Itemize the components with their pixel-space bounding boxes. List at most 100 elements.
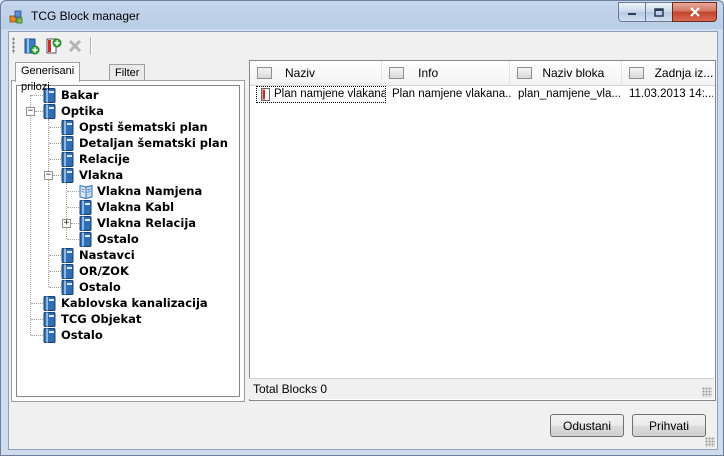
- column-label: Info: [418, 66, 439, 80]
- column-checkbox[interactable]: [389, 67, 405, 79]
- column-checkbox[interactable]: [628, 67, 644, 79]
- window-title: TCG Block manager: [31, 9, 140, 23]
- tab-filter[interactable]: Filter: [109, 64, 146, 81]
- tree-node-label: Vlakna Kabl: [97, 200, 175, 214]
- tab-panel: − − + Bakar Optika Opsti šematski plan D…: [11, 80, 245, 402]
- tree-node-label: Opsti šematski plan: [79, 120, 208, 134]
- tree-node-vlakna-ostalo[interactable]: Ostalo: [79, 231, 139, 247]
- column-checkbox[interactable]: [517, 67, 533, 79]
- delete-block-button[interactable]: [64, 35, 86, 57]
- tree-node-optika-ostalo[interactable]: Ostalo: [61, 279, 121, 295]
- tree-node-tcg-objekat[interactable]: TCG Objekat: [43, 311, 141, 327]
- book-icon: [61, 151, 74, 167]
- tree-node-opsti-sematski-plan[interactable]: Opsti šematski plan: [61, 119, 208, 135]
- column-header-zadnja-izmjena[interactable]: Zadnja iz...: [622, 61, 715, 85]
- book-icon: [79, 215, 92, 231]
- tree-node-vlakna[interactable]: Vlakna: [61, 167, 123, 183]
- book-icon: [61, 135, 74, 151]
- tree-node-label: Vlakna: [79, 168, 124, 182]
- tree-node-label: Nastavci: [79, 248, 135, 262]
- tree-node-bakar[interactable]: Bakar: [43, 87, 99, 103]
- toolbar-grip[interactable]: [12, 37, 15, 54]
- tree-line: [67, 239, 79, 240]
- tree-node-label: Detaljan šematski plan: [79, 136, 228, 150]
- tree-line: [49, 159, 61, 160]
- tree-node-label: Kablovska kanalizacija: [61, 296, 208, 310]
- tab-generisani-prilozi[interactable]: Generisani prilozi: [15, 62, 81, 93]
- tree-node-label: OR/ZOK: [79, 264, 129, 278]
- column-label: Naziv: [285, 66, 316, 80]
- tree-node-optika[interactable]: Optika: [43, 103, 104, 119]
- tree-line: [49, 255, 61, 256]
- maximize-button[interactable]: [645, 2, 673, 22]
- tree-node-kablovska-kanalizacija[interactable]: Kablovska kanalizacija: [43, 295, 208, 311]
- add-block-button[interactable]: [42, 35, 64, 57]
- blocks-grid[interactable]: Naziv Info Naziv bloka Zadnja iz... Plan…: [249, 60, 716, 401]
- tree-line: [35, 111, 43, 112]
- book-icon: [43, 103, 56, 119]
- tree-line: [31, 95, 43, 96]
- new-block-button[interactable]: [20, 35, 42, 57]
- window-size-grip[interactable]: [705, 437, 715, 447]
- accept-button[interactable]: Prihvati: [632, 414, 706, 437]
- tree-line: [71, 223, 79, 224]
- cancel-button[interactable]: Odustani: [550, 414, 624, 437]
- book-icon: [61, 167, 74, 183]
- table-row[interactable]: Plan namjene vlakana Plan namjene vlakan…: [250, 86, 713, 103]
- close-button[interactable]: [672, 2, 717, 22]
- status-size-grip[interactable]: [702, 387, 712, 397]
- tree-node-vlakna-kabl[interactable]: Vlakna Kabl: [79, 199, 174, 215]
- tree-node-label: TCG Objekat: [61, 312, 142, 326]
- toolbar-separator: [90, 36, 92, 55]
- cell-naziv[interactable]: Plan namjene vlakana: [256, 86, 386, 103]
- cell-text: Plan namjene vlakana: [274, 88, 386, 100]
- book-icon: [43, 311, 56, 327]
- cell-naziv-bloka[interactable]: plan_namjene_vla...: [512, 86, 623, 103]
- tree-node-label: Ostalo: [79, 280, 121, 294]
- tree-node-vlakna-namjena[interactable]: Vlakna Namjena: [79, 183, 202, 199]
- book-icon: [79, 231, 92, 247]
- book-icon: [79, 199, 92, 215]
- tree-node-ostalo[interactable]: Ostalo: [43, 327, 103, 343]
- cell-info[interactable]: Plan namjene vlakana...: [386, 86, 512, 103]
- client-area: Generisani prilozi Filter − − + Bakar Op…: [8, 31, 718, 450]
- minimize-button[interactable]: [618, 2, 646, 22]
- tree-line: [31, 303, 43, 304]
- column-header-info[interactable]: Info: [382, 61, 511, 85]
- tree-node-label: Relacije: [79, 152, 130, 166]
- tree-node-label: Vlakna Namjena: [97, 184, 203, 198]
- tree-line: [31, 319, 43, 320]
- tree-line: [49, 143, 61, 144]
- column-label: Zadnja iz...: [654, 66, 714, 80]
- tree-node-detaljan-sematski-plan[interactable]: Detaljan šematski plan: [61, 135, 228, 151]
- tree-node-relacije[interactable]: Relacije: [61, 151, 130, 167]
- open-book-icon: [79, 184, 93, 199]
- book-icon: [43, 295, 56, 311]
- expand-vlakna-relacija-icon[interactable]: +: [62, 219, 71, 228]
- tree-node-or-zok[interactable]: OR/ZOK: [61, 263, 129, 279]
- add-block-icon: [46, 38, 62, 53]
- toolbar: [9, 32, 717, 59]
- cell-zadnja-izmjena[interactable]: 11.03.2013 14:...: [623, 86, 713, 103]
- column-checkbox[interactable]: [257, 67, 272, 79]
- app-window: TCG Block manager Generisani prilozi Fil…: [0, 0, 724, 456]
- title-bar[interactable]: TCG Block manager: [1, 1, 723, 31]
- tree-line: [48, 119, 49, 287]
- tree-node-nastavci[interactable]: Nastavci: [61, 247, 135, 263]
- column-header-naziv-bloka[interactable]: Naziv bloka: [510, 61, 622, 85]
- new-block-icon: [24, 38, 40, 54]
- book-icon: [61, 119, 74, 135]
- category-tree[interactable]: − − + Bakar Optika Opsti šematski plan D…: [16, 85, 240, 397]
- close-icon: [689, 7, 700, 17]
- status-bar: Total Blocks 0: [249, 378, 714, 399]
- collapse-vlakna-icon[interactable]: −: [44, 171, 53, 180]
- tree-line: [30, 95, 31, 335]
- delete-block-icon: [68, 39, 82, 52]
- tree-line: [67, 191, 79, 192]
- tree-line: [67, 207, 79, 208]
- column-header-naziv[interactable]: Naziv: [250, 61, 383, 85]
- tree-node-vlakna-relacija[interactable]: Vlakna Relacija: [79, 215, 196, 231]
- book-icon: [43, 327, 56, 343]
- collapse-optika-icon[interactable]: −: [26, 107, 35, 116]
- tree-node-label: Ostalo: [97, 232, 139, 246]
